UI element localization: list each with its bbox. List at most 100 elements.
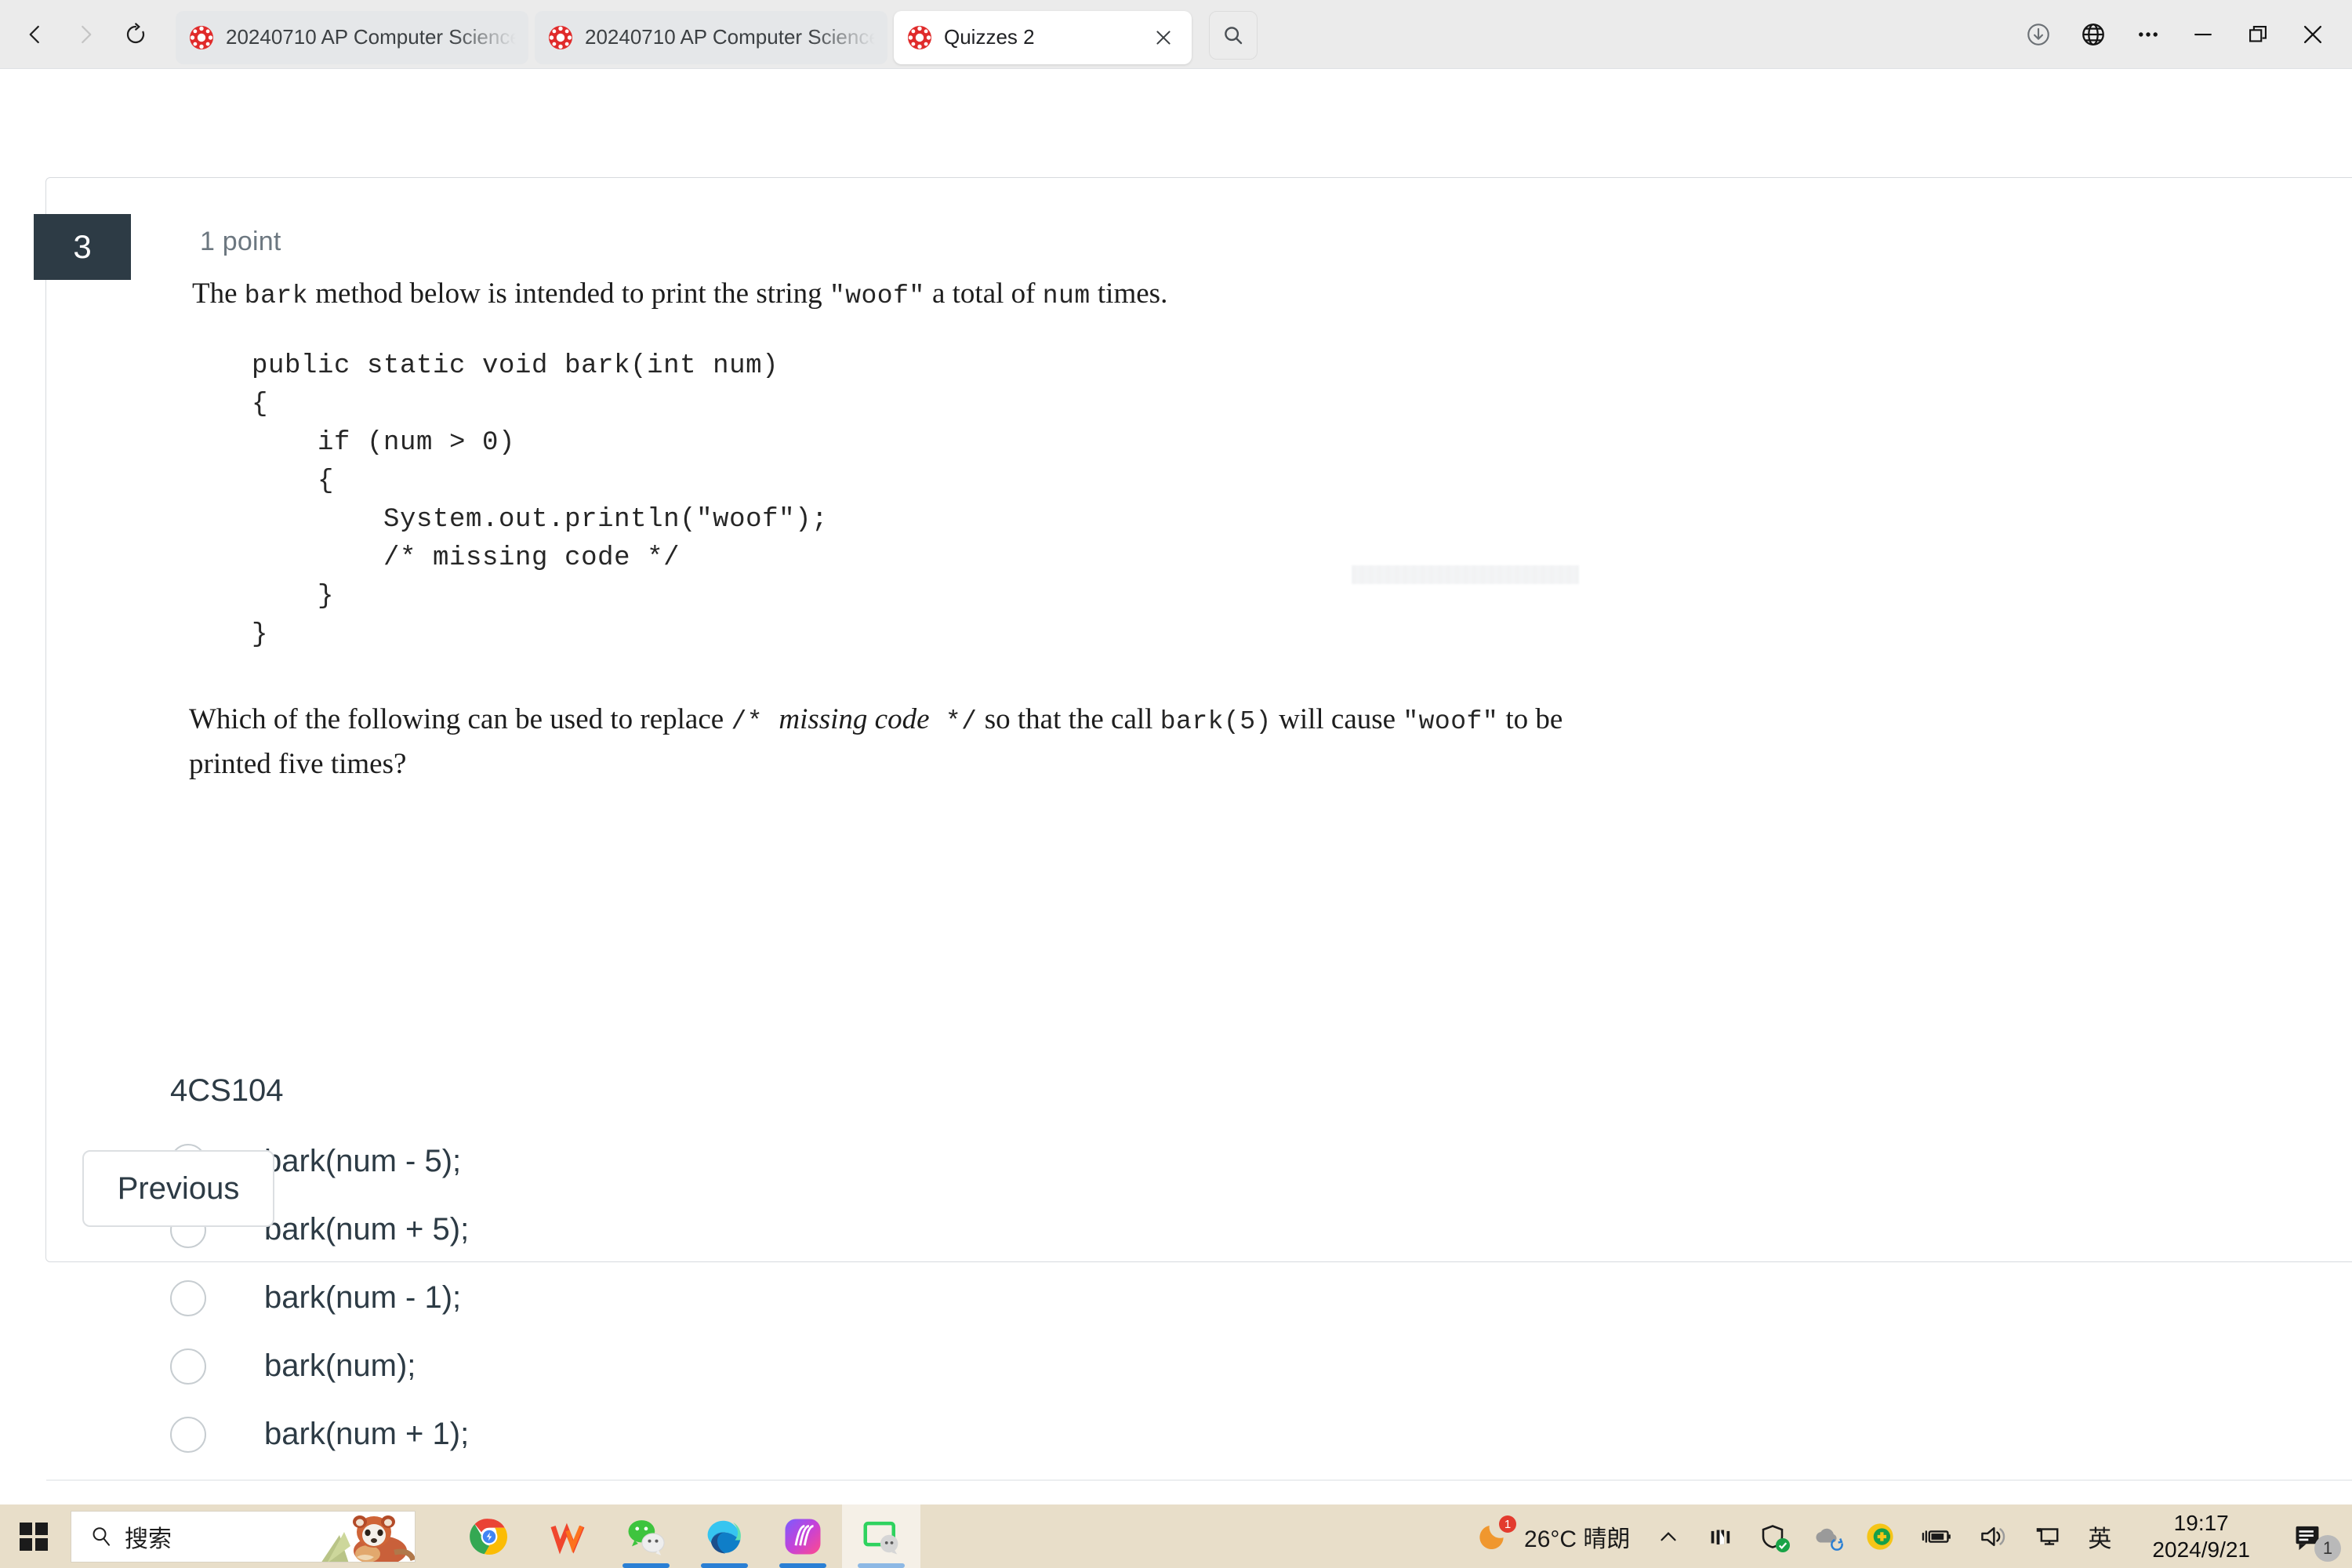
weather-badge-count: 1 (1504, 1517, 1512, 1531)
downloads-button[interactable] (2013, 11, 2063, 58)
taskbar-app-wechat[interactable] (607, 1504, 685, 1568)
taskbar-app-colorful-app[interactable] (764, 1504, 842, 1568)
taskbar-app-microsoft-edge[interactable] (685, 1504, 764, 1568)
prompt-text-1: Which of the following can be used to re… (189, 703, 731, 735)
start-button[interactable] (0, 1504, 67, 1568)
active-indicator (858, 1563, 905, 1568)
stem-text-post: times. (1090, 278, 1168, 310)
window-controls (2013, 0, 2352, 69)
close-icon (1156, 30, 1171, 45)
globe-icon (2082, 23, 2104, 45)
taskbar-search-box[interactable]: 搜索 (71, 1510, 416, 1563)
clock: 19:17 2024/9/21 (2136, 1510, 2266, 1563)
close-tab-button[interactable] (1148, 22, 1179, 53)
browser-tab-3-active[interactable]: Quizzes 2 (894, 10, 1192, 64)
back-arrow-icon (29, 25, 39, 43)
weather-widget[interactable]: 1 26°C 晴朗 (1466, 1504, 1642, 1568)
browser-tab-2[interactable]: 20240710 AP Computer Science (535, 10, 887, 64)
wechat-devtools-icon (863, 1521, 898, 1554)
chrome-icon (470, 1518, 508, 1555)
reload-icon (126, 22, 145, 43)
audio-meter-icon (1711, 1530, 1730, 1544)
java-code-block: public static void bark(int num) { if (n… (252, 351, 829, 650)
browser-menu-button[interactable] (2123, 11, 2173, 58)
taskbar-app-chrome[interactable] (450, 1504, 528, 1568)
tab-strip: 20240710 AP Computer Science 20240710 AP… (176, 0, 1258, 69)
search-glyph (93, 1526, 110, 1546)
wechat-icon (628, 1519, 665, 1555)
stem-text-mid2: a total of (924, 278, 1043, 310)
search-icon (89, 1524, 114, 1549)
security-tray-icon[interactable] (1746, 1504, 1799, 1568)
battery-tray-icon[interactable] (1907, 1504, 1965, 1568)
close-window-button[interactable] (2288, 11, 2338, 58)
prompt-code-woof: "woof" (1403, 707, 1499, 736)
browser-chrome: 20240710 AP Computer Science 20240710 AP… (0, 0, 2352, 69)
browser-language-button[interactable] (2068, 11, 2118, 58)
minimize-button[interactable] (2178, 11, 2228, 58)
show-hidden-icons-button[interactable] (1642, 1504, 1694, 1568)
red-panda-art (313, 1511, 415, 1562)
weather-badge: 1 (1499, 1515, 1517, 1533)
browser-tab-1[interactable]: 20240710 AP Computer Science (176, 10, 528, 64)
forward-button[interactable] (61, 10, 110, 59)
faint-watermark-artifact (1352, 565, 1579, 584)
canvas-favicon-glyph (908, 25, 931, 49)
answer-option-3[interactable]: bark(num - 1); (170, 1264, 1268, 1332)
radio-button[interactable] (170, 1279, 206, 1316)
stem-text-mid: method below is intended to print the st… (308, 278, 829, 310)
prompt-missing-code: missing code (779, 703, 930, 735)
close-icon (2303, 25, 2322, 43)
canvas-favicon-glyph (190, 25, 213, 49)
volume-tray-icon[interactable] (1965, 1504, 2020, 1568)
tab-search-button[interactable] (1209, 10, 1258, 60)
prompt-comment-close: */ (929, 707, 978, 736)
question-header: 3 1 point (34, 178, 2352, 280)
weather-moon-icon: 1 (1479, 1515, 1517, 1555)
clock-widget[interactable]: 19:17 2024/9/21 (2124, 1504, 2278, 1568)
taskbar-app-wechat-devtools[interactable] (842, 1504, 920, 1568)
question-prompt: Which of the following can be used to re… (189, 700, 1639, 789)
windows-taskbar: 搜索 1 26°C 晴朗 英 19:17 2024/9/21 1 (0, 1504, 2352, 1568)
green-plus-tray-icon[interactable] (1853, 1504, 1907, 1568)
audio-meter-tray-icon[interactable] (1694, 1504, 1746, 1568)
running-indicator (779, 1563, 826, 1568)
prompt-code-bark5: bark(5) (1160, 707, 1272, 736)
card-divider (46, 1479, 2352, 1481)
radio-button[interactable] (170, 1348, 206, 1385)
quiz-footer: Previous (46, 1116, 2352, 1261)
sync-tray-icon[interactable] (1799, 1504, 1853, 1568)
canvas-favicon-glyph (549, 25, 572, 49)
notification-count: 1 (2322, 1538, 2333, 1558)
shield-check-badge (1776, 1538, 1791, 1552)
answer-option-5[interactable]: bark(num + 1); (170, 1400, 1268, 1468)
network-icon (2037, 1527, 2059, 1545)
answer-option-4[interactable]: bark(num); (170, 1332, 1268, 1400)
quiz-question-card: 3 1 point The bark method below is inten… (34, 177, 2352, 1481)
navigation-buttons (11, 10, 160, 59)
notification-center-button[interactable]: 1 (2278, 1504, 2344, 1568)
restore-icon (2249, 25, 2267, 42)
taskbar-app-wps-office[interactable] (528, 1504, 607, 1568)
radio-button[interactable] (170, 1416, 206, 1453)
prompt-comment-open: /* (731, 707, 779, 736)
network-tray-icon[interactable] (2020, 1504, 2075, 1568)
minimize-icon (2194, 33, 2212, 35)
stem-code-bark: bark (244, 281, 308, 310)
clock-time: 19:17 (2173, 1510, 2229, 1535)
tab-title: 20240710 AP Computer Science (585, 25, 875, 49)
ime-indicator[interactable]: 英 (2075, 1504, 2124, 1568)
question-body: The bark method below is intended to pri… (46, 253, 2352, 1481)
weather-text: 26°C 晴朗 (1524, 1526, 1631, 1552)
download-icon (2027, 23, 2049, 45)
canvas-lms-icon (906, 24, 933, 51)
back-button[interactable] (11, 10, 60, 59)
system-tray: 1 26°C 晴朗 英 19:17 2024/9/21 1 (1466, 1504, 2352, 1568)
previous-button[interactable]: Previous (82, 1150, 274, 1227)
canvas-lms-icon (188, 24, 215, 51)
reload-button[interactable] (111, 10, 160, 59)
maximize-restore-button[interactable] (2233, 11, 2283, 58)
running-indicator (622, 1563, 670, 1568)
more-icon (2139, 31, 2158, 37)
page-content: 3 1 point The bark method below is inten… (0, 70, 2352, 1536)
